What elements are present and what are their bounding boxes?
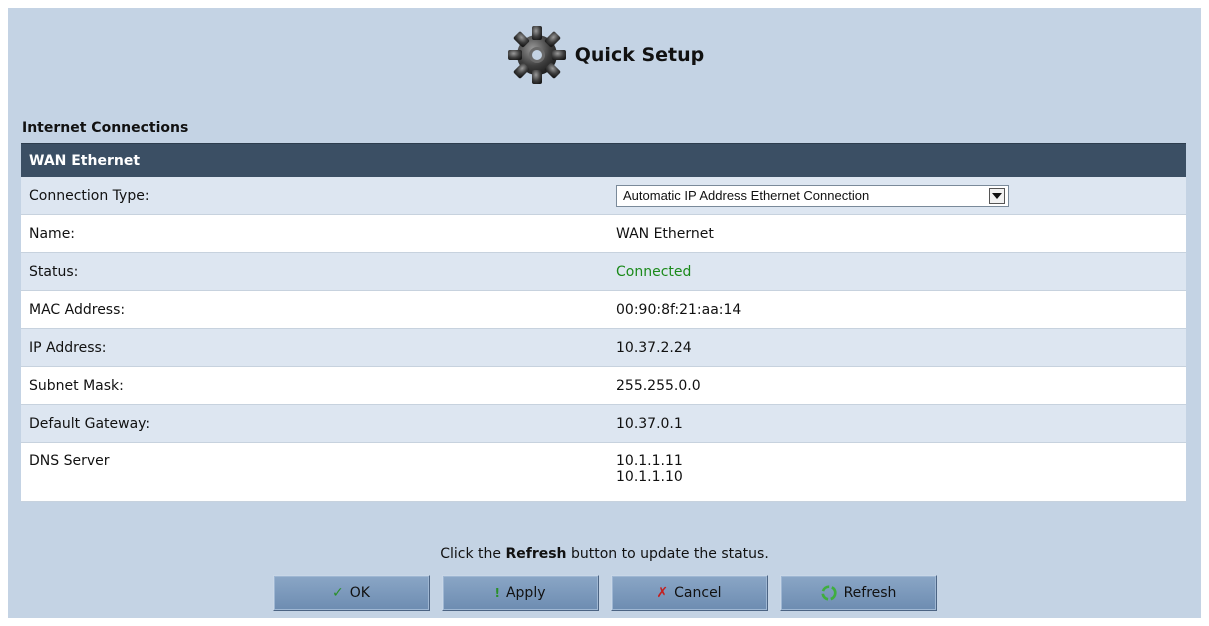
x-icon: ✗ bbox=[656, 585, 669, 601]
row-value: Automatic IP Address Ethernet Connection bbox=[616, 184, 1186, 207]
row-value: WAN Ethernet bbox=[616, 225, 714, 242]
refresh-icon bbox=[820, 585, 837, 601]
dns-server-secondary: 10.1.1.10 bbox=[616, 469, 683, 485]
table-row: Name: WAN Ethernet bbox=[21, 215, 1186, 253]
wan-ethernet-table: WAN Ethernet Connection Type: Automatic … bbox=[21, 143, 1186, 502]
row-label: Connection Type: bbox=[29, 187, 150, 204]
page-title: Quick Setup bbox=[574, 44, 705, 66]
refresh-label: Refresh bbox=[843, 585, 897, 601]
ok-label: OK bbox=[349, 585, 370, 601]
row-value: 00:90:8f:21:aa:14 bbox=[616, 301, 742, 318]
hint-text: Click the bbox=[440, 546, 506, 562]
row-label: MAC Address: bbox=[29, 301, 126, 318]
table-header: WAN Ethernet bbox=[21, 143, 1186, 177]
refresh-hint: Click the Refresh button to update the s… bbox=[8, 546, 1201, 562]
connection-type-select[interactable]: Automatic IP Address Ethernet Connection bbox=[616, 184, 1009, 207]
status-value: Connected bbox=[616, 263, 692, 280]
row-value: 255.255.0.0 bbox=[616, 377, 701, 394]
row-label: Name: bbox=[29, 225, 76, 242]
dns-server-primary: 10.1.1.11 bbox=[616, 453, 683, 469]
ok-button[interactable]: ✓ OK bbox=[272, 575, 430, 611]
row-value: 10.37.0.1 bbox=[616, 415, 683, 432]
page-header: Quick Setup bbox=[8, 20, 1201, 90]
table-row: IP Address: 10.37.2.24 bbox=[21, 329, 1186, 367]
table-row: Subnet Mask: 255.255.0.0 bbox=[21, 367, 1186, 405]
row-label: Default Gateway: bbox=[29, 415, 151, 432]
table-row: MAC Address: 00:90:8f:21:aa:14 bbox=[21, 291, 1186, 329]
button-bar: ✓ OK ! Apply ✗ Cancel Refresh bbox=[8, 575, 1201, 611]
table-row: Connection Type: Automatic IP Address Et… bbox=[21, 177, 1186, 215]
row-label: IP Address: bbox=[29, 339, 107, 356]
section-title: Internet Connections bbox=[22, 120, 189, 136]
row-label: Status: bbox=[29, 263, 79, 280]
exclamation-icon: ! bbox=[494, 586, 500, 600]
hint-bold-text: Refresh bbox=[505, 546, 567, 562]
cancel-label: Cancel bbox=[674, 585, 722, 601]
row-value: 10.1.1.11 10.1.1.10 bbox=[616, 443, 1186, 485]
cancel-button[interactable]: ✗ Cancel bbox=[610, 575, 768, 611]
apply-button[interactable]: ! Apply bbox=[441, 575, 599, 611]
dropdown-arrow-icon[interactable] bbox=[989, 187, 1005, 204]
select-value: Automatic IP Address Ethernet Connection bbox=[623, 188, 870, 203]
refresh-button[interactable]: Refresh bbox=[779, 575, 937, 611]
row-label: Subnet Mask: bbox=[29, 377, 124, 394]
apply-label: Apply bbox=[505, 585, 546, 601]
row-value: 10.37.2.24 bbox=[616, 339, 692, 356]
hint-text: button to update the status. bbox=[566, 546, 769, 562]
gear-icon bbox=[507, 26, 566, 84]
table-row: Status: Connected bbox=[21, 253, 1186, 291]
quick-setup-panel: Quick Setup Internet Connections WAN Eth… bbox=[8, 8, 1201, 618]
table-row: Default Gateway: 10.37.0.1 bbox=[21, 405, 1186, 443]
row-label: DNS Server bbox=[29, 453, 110, 469]
table-row: DNS Server 10.1.1.11 10.1.1.10 bbox=[21, 443, 1186, 502]
checkmark-icon: ✓ bbox=[332, 585, 344, 601]
